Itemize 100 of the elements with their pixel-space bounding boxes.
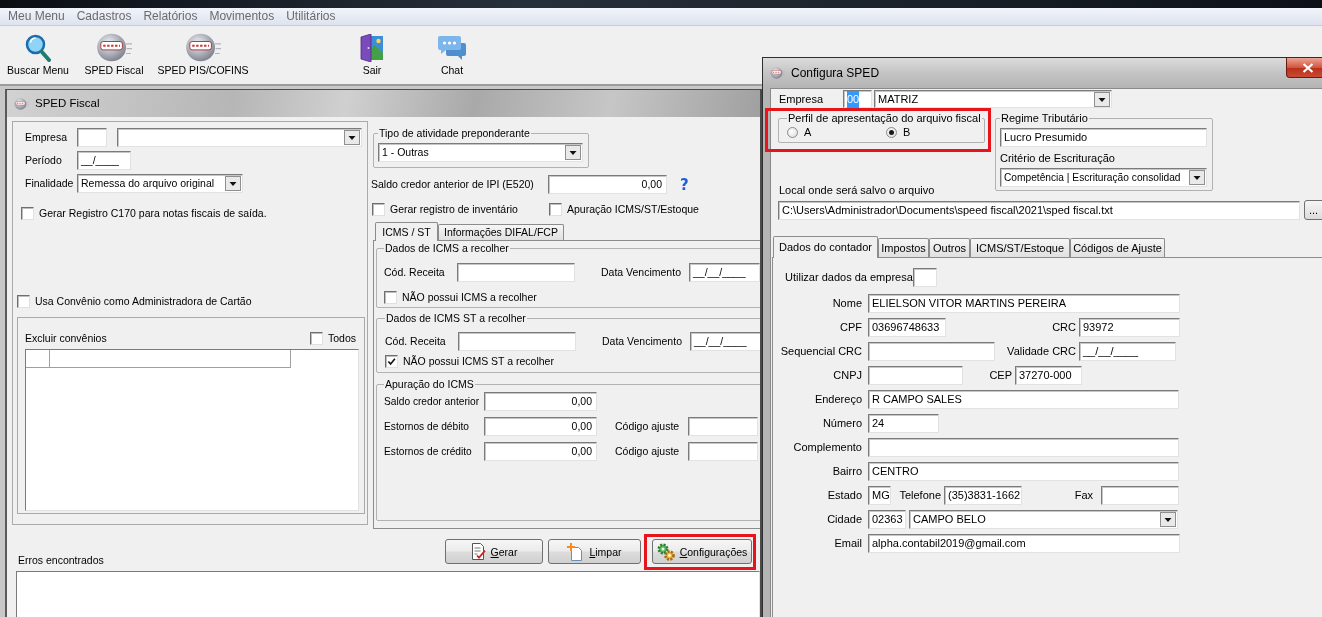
radio-button[interactable] — [886, 127, 897, 138]
text-area[interactable] — [16, 571, 760, 617]
field-label: Erros encontrados — [18, 554, 104, 567]
browse-button[interactable]: ... — [1304, 200, 1322, 220]
tab[interactable]: ICMS/ST/Estoque — [970, 238, 1070, 257]
text-field[interactable] — [1101, 486, 1179, 505]
menu-item[interactable]: Utilitários — [280, 9, 342, 24]
tab[interactable]: Impostos — [878, 238, 929, 257]
group-title: Excluir convênios — [25, 332, 107, 345]
toolbar-button[interactable]: SPED Fiscal — [76, 26, 152, 84]
tab[interactable]: Outros — [929, 238, 970, 257]
text-field[interactable]: 0,00 — [484, 442, 597, 461]
text-field[interactable]: __/__/____ — [690, 332, 760, 351]
text-field[interactable] — [688, 442, 758, 461]
toolbar-button[interactable]: SPED PIS/COFINS — [152, 26, 254, 84]
dropdown[interactable]: 1 - Outras — [378, 143, 583, 162]
text-field[interactable]: 24 — [868, 414, 939, 433]
sphere-icon — [185, 33, 221, 62]
dropdown[interactable]: MATRIZ — [874, 90, 1112, 108]
text-field[interactable]: 0,00 — [484, 392, 597, 411]
field-label: Sequencial CRC — [780, 345, 862, 358]
field-label: Cidade — [827, 513, 862, 526]
text-field[interactable]: CENTRO — [868, 462, 1179, 481]
text-field[interactable]: R CAMPO SALES — [868, 390, 1179, 409]
checkbox-label[interactable]: Gerar registro de inventário — [390, 203, 518, 216]
text-field[interactable]: alpha.contabil2019@gmail.com — [868, 534, 1180, 553]
clear-button[interactable]: Limpar — [548, 539, 641, 564]
text-field[interactable] — [457, 263, 575, 282]
menu-item[interactable]: Meu Menu — [2, 9, 71, 24]
menu-item[interactable]: Movimentos — [203, 9, 281, 24]
tab[interactable]: Informações DIFAL/FCP — [438, 224, 564, 240]
checkbox[interactable] — [309, 332, 323, 345]
field-label: Critério de Escrituração — [1000, 152, 1115, 164]
chat-icon — [438, 34, 466, 61]
field-label: Código ajuste — [615, 445, 680, 458]
text-field[interactable]: 0,00 — [548, 175, 667, 194]
help-icon[interactable]: ? — [680, 176, 689, 193]
text-field[interactable]: MG — [868, 486, 891, 505]
radio-label[interactable]: A — [804, 126, 812, 139]
field-label: Email — [834, 537, 862, 550]
menu-item[interactable]: Cadastros — [70, 9, 138, 24]
document-check-icon — [470, 543, 486, 560]
checkbox[interactable] — [17, 294, 30, 308]
text-field[interactable]: (35)3831-1662 — [944, 486, 1022, 505]
text-field[interactable]: __/____ — [77, 151, 131, 170]
toolbar-button[interactable]: Chat — [422, 26, 482, 84]
text-field[interactable]: 02363 — [868, 510, 906, 529]
group-title: Dados de ICMS a recolher — [384, 242, 510, 255]
field-label: Saldo credor anterior de IPI (E520) — [371, 178, 534, 191]
field-label: Período — [25, 154, 62, 167]
toolbar-button[interactable]: Buscar Menu — [0, 26, 76, 84]
field-label: Saldo credor anterior — [384, 395, 480, 408]
text-field[interactable] — [868, 438, 1179, 457]
text-field[interactable] — [913, 268, 937, 287]
text-field[interactable]: ELIELSON VITOR MARTINS PEREIRA — [868, 294, 1180, 313]
checkbox[interactable] — [549, 203, 562, 216]
checkbox[interactable] — [384, 291, 397, 304]
dropdown[interactable]: CAMPO BELO — [909, 510, 1178, 529]
field-label: Fax — [1074, 489, 1093, 502]
text-field[interactable]: 0,00 — [484, 417, 597, 436]
checkbox[interactable] — [372, 203, 385, 216]
dropdown[interactable]: Competência | Escrituração consolidad — [1000, 168, 1207, 187]
tab[interactable]: Códigos de Ajuste — [1070, 238, 1165, 257]
gears-icon — [656, 542, 675, 561]
dropdown[interactable]: Remessa do arquivo original — [77, 174, 243, 193]
radio-button[interactable] — [787, 127, 798, 138]
checkbox-label[interactable]: Todos — [327, 332, 356, 345]
text-field[interactable]: __/__/____ — [1079, 342, 1176, 361]
generate-button[interactable]: Gerar — [445, 539, 543, 564]
text-field[interactable] — [868, 342, 995, 361]
close-button[interactable] — [1286, 58, 1322, 78]
text-field[interactable]: 03696748633 — [868, 318, 946, 337]
dropdown[interactable] — [117, 128, 362, 147]
text-field[interactable]: Lucro Presumido — [1000, 128, 1207, 147]
checkbox[interactable] — [21, 206, 34, 220]
checkbox[interactable] — [385, 355, 398, 368]
text-field[interactable]: __/__/____ — [689, 263, 760, 282]
checkbox-label[interactable]: NÃO possui ICMS ST a recolher — [403, 355, 554, 368]
tab[interactable]: Dados do contador — [773, 236, 878, 258]
text-field[interactable]: C:\Users\Administrador\Documents\speed fiscal\2021\sped fiscal.txt — [778, 200, 1300, 220]
group-title: Tipo de atividade preponderante — [378, 127, 531, 140]
menu-item[interactable]: Relatórios — [137, 9, 204, 24]
field-label: Local onde será salvo o arquivo — [779, 184, 935, 196]
checkbox-label[interactable]: NÃO possui ICMS a recolher — [402, 291, 537, 304]
text-field[interactable]: 37270-000 — [1015, 366, 1082, 385]
field-label: Estornos de crédito — [384, 445, 472, 458]
tab[interactable]: ICMS / ST — [375, 222, 438, 241]
toolbar-button[interactable]: Sair — [342, 26, 402, 84]
text-field[interactable] — [458, 332, 576, 351]
field-label: Validade CRC — [1007, 345, 1076, 358]
settings-button[interactable]: Configurações — [652, 539, 752, 564]
text-field[interactable] — [868, 366, 963, 385]
text-field[interactable] — [77, 128, 107, 147]
text-field[interactable] — [688, 417, 758, 436]
sphere-icon — [770, 67, 785, 79]
checkbox-label[interactable]: Usa Convênio como Administradora de Cartão — [35, 294, 252, 308]
checkbox-label[interactable]: Apuração ICMS/ST/Estoque — [567, 203, 699, 216]
radio-label[interactable]: B — [903, 126, 911, 139]
checkbox-label[interactable]: Gerar Registro C170 para notas fiscais de saída. — [39, 206, 267, 220]
text-field[interactable]: 93972 — [1079, 318, 1180, 337]
